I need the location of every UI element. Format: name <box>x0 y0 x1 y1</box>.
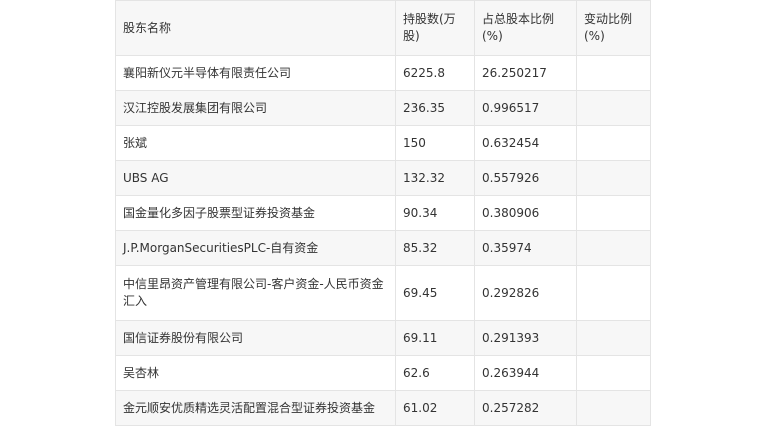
cell-share-ratio: 0.35974 <box>474 230 577 266</box>
cell-shareholder-name: 金元顺安优质精选灵活配置混合型证券投资基金 <box>115 390 396 426</box>
cell-shares: 85.32 <box>395 230 475 266</box>
cell-change-ratio <box>576 230 651 266</box>
cell-shares: 236.35 <box>395 90 475 126</box>
cell-share-ratio: 0.632454 <box>474 125 577 161</box>
cell-shareholder-name: J.P.MorganSecuritiesPLC-自有资金 <box>115 230 396 266</box>
cell-share-ratio: 0.996517 <box>474 90 577 126</box>
cell-shareholder-name: 中信里昂资产管理有限公司-客户资金-人民币资金汇入 <box>115 265 396 321</box>
table-row: 吴杏林 62.6 0.263944 <box>115 355 651 391</box>
cell-change-ratio <box>576 390 651 426</box>
cell-shareholder-name: UBS AG <box>115 160 396 196</box>
header-shares: 持股数(万股) <box>395 0 475 56</box>
shareholders-table: 股东名称 持股数(万股) 占总股本比例(%) 变动比例(%) 襄阳新仪元半导体有… <box>115 0 651 426</box>
cell-share-ratio: 0.557926 <box>474 160 577 196</box>
table-row: 金元顺安优质精选灵活配置混合型证券投资基金 61.02 0.257282 <box>115 390 651 426</box>
cell-shares: 90.34 <box>395 195 475 231</box>
cell-shares: 69.11 <box>395 320 475 356</box>
shareholders-table-container: 股东名称 持股数(万股) 占总股本比例(%) 变动比例(%) 襄阳新仪元半导体有… <box>115 0 651 426</box>
cell-share-ratio: 0.380906 <box>474 195 577 231</box>
cell-share-ratio: 26.250217 <box>474 55 577 91</box>
cell-change-ratio <box>576 90 651 126</box>
cell-shareholder-name: 国信证券股份有限公司 <box>115 320 396 356</box>
cell-shareholder-name: 张斌 <box>115 125 396 161</box>
header-row: 股东名称 持股数(万股) 占总股本比例(%) 变动比例(%) <box>115 0 651 56</box>
table-body: 襄阳新仪元半导体有限责任公司 6225.8 26.250217 汉江控股发展集团… <box>115 55 651 426</box>
table-header: 股东名称 持股数(万股) 占总股本比例(%) 变动比例(%) <box>115 0 651 56</box>
table-row: 国金量化多因子股票型证券投资基金 90.34 0.380906 <box>115 195 651 231</box>
header-shareholder-name: 股东名称 <box>115 0 396 56</box>
cell-shareholder-name: 吴杏林 <box>115 355 396 391</box>
cell-shareholder-name: 襄阳新仪元半导体有限责任公司 <box>115 55 396 91</box>
cell-shares: 6225.8 <box>395 55 475 91</box>
header-change-ratio: 变动比例(%) <box>576 0 651 56</box>
cell-share-ratio: 0.257282 <box>474 390 577 426</box>
cell-change-ratio <box>576 160 651 196</box>
cell-share-ratio: 0.292826 <box>474 265 577 321</box>
table-row: 张斌 150 0.632454 <box>115 125 651 161</box>
table-row: 汉江控股发展集团有限公司 236.35 0.996517 <box>115 90 651 126</box>
cell-shares: 62.6 <box>395 355 475 391</box>
cell-change-ratio <box>576 355 651 391</box>
cell-change-ratio <box>576 55 651 91</box>
cell-shares: 132.32 <box>395 160 475 196</box>
table-row: J.P.MorganSecuritiesPLC-自有资金 85.32 0.359… <box>115 230 651 266</box>
cell-shareholder-name: 国金量化多因子股票型证券投资基金 <box>115 195 396 231</box>
cell-shares: 150 <box>395 125 475 161</box>
table-row: UBS AG 132.32 0.557926 <box>115 160 651 196</box>
cell-share-ratio: 0.263944 <box>474 355 577 391</box>
cell-share-ratio: 0.291393 <box>474 320 577 356</box>
cell-change-ratio <box>576 320 651 356</box>
cell-change-ratio <box>576 195 651 231</box>
cell-shares: 61.02 <box>395 390 475 426</box>
table-row: 襄阳新仪元半导体有限责任公司 6225.8 26.250217 <box>115 55 651 91</box>
cell-change-ratio <box>576 125 651 161</box>
cell-shares: 69.45 <box>395 265 475 321</box>
table-row: 中信里昂资产管理有限公司-客户资金-人民币资金汇入 69.45 0.292826 <box>115 265 651 321</box>
cell-shareholder-name: 汉江控股发展集团有限公司 <box>115 90 396 126</box>
header-share-ratio: 占总股本比例(%) <box>474 0 577 56</box>
cell-change-ratio <box>576 265 651 321</box>
table-row: 国信证券股份有限公司 69.11 0.291393 <box>115 320 651 356</box>
